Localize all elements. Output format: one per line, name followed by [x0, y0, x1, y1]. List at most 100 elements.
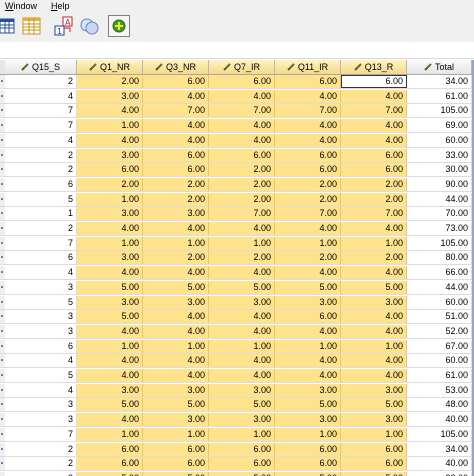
table-cell[interactable]: 4.00	[341, 369, 407, 382]
table-cell[interactable]: 1.00	[77, 192, 143, 206]
table-cell[interactable]: 105.00	[407, 427, 472, 441]
table-cell[interactable]: 3.00	[341, 383, 407, 397]
table-cell[interactable]: 4.00	[209, 133, 275, 147]
table-cell[interactable]: 3.00	[209, 413, 275, 427]
table-cell[interactable]: 6.00	[77, 163, 143, 177]
table-cell[interactable]: 6.00	[341, 442, 407, 456]
table-cell[interactable]: 7	[5, 119, 77, 133]
table-cell[interactable]: 5.00	[275, 398, 341, 412]
menu-help[interactable]: Help	[50, 0, 71, 13]
table-cell[interactable]: 3.00	[77, 89, 143, 103]
table-cell[interactable]: 1.00	[275, 236, 341, 250]
table-cell[interactable]: 5.00	[77, 280, 143, 294]
table-cell[interactable]: 4.00	[341, 119, 407, 133]
table-cell[interactable]: 3	[5, 324, 77, 338]
table-cell[interactable]: 4.00	[143, 133, 209, 147]
table-cell[interactable]: 7.00	[209, 104, 275, 118]
table-cell[interactable]: 4.00	[143, 222, 209, 235]
column-header-q3_nr[interactable]: Q3_NR	[143, 60, 209, 74]
table-cell[interactable]: 7	[5, 104, 77, 118]
table-cell[interactable]: 4.00	[143, 369, 209, 382]
table-cell[interactable]: 3.00	[275, 413, 341, 427]
table-cell[interactable]: 6.00	[143, 148, 209, 162]
table-cell[interactable]: 1.00	[143, 339, 209, 353]
table-cell[interactable]: 60.00	[407, 295, 472, 309]
table-cell[interactable]: 5.00	[77, 471, 143, 476]
table-cell[interactable]: 4.00	[209, 354, 275, 368]
table-cell[interactable]: 60.00	[407, 354, 472, 368]
table-cell[interactable]: 4.00	[209, 324, 275, 338]
table-cell[interactable]: 51.00	[407, 310, 472, 324]
table-cell[interactable]: 4.00	[341, 222, 407, 235]
table-cell[interactable]: 3.00	[77, 295, 143, 309]
column-header-q7_ir[interactable]: Q7_IR	[209, 60, 275, 74]
table-cell[interactable]: 4.00	[275, 133, 341, 147]
table-cell[interactable]: 1.00	[77, 427, 143, 441]
table-cell[interactable]: 4.00	[143, 89, 209, 103]
table-cell[interactable]: 4.00	[143, 119, 209, 133]
table-cell[interactable]: 44.00	[407, 280, 472, 294]
table-cell[interactable]: 2.00	[77, 177, 143, 191]
table-cell[interactable]: 4.00	[341, 310, 407, 324]
use-sets-icon[interactable]	[80, 16, 100, 36]
table-cell[interactable]: 4.00	[143, 324, 209, 338]
table-cell[interactable]: 4.00	[77, 369, 143, 382]
table-cell[interactable]: 7.00	[341, 104, 407, 118]
table-cell[interactable]: 3.00	[77, 148, 143, 162]
table-cell[interactable]: 3.00	[143, 295, 209, 309]
table-cell[interactable]: 6.00	[275, 442, 341, 456]
table-cell[interactable]: 2	[5, 442, 77, 456]
table-cell[interactable]: 48.00	[407, 398, 472, 412]
table-cell[interactable]: 7	[5, 427, 77, 441]
table-cell[interactable]: 3.00	[209, 295, 275, 309]
table-cell[interactable]: 1.00	[341, 427, 407, 441]
table-cell[interactable]: 2	[5, 222, 77, 235]
table-cell[interactable]: 2.00	[275, 251, 341, 265]
table-cell[interactable]: 6.00	[209, 442, 275, 456]
table-cell[interactable]: 4.00	[275, 266, 341, 280]
table-cell[interactable]: 5.00	[209, 471, 275, 476]
table-cell[interactable]: 5	[5, 192, 77, 206]
table-cell[interactable]: 1.00	[275, 339, 341, 353]
column-header-q11_ir[interactable]: Q11_IR	[275, 60, 341, 74]
table-cell[interactable]: 6	[5, 339, 77, 353]
table-cell[interactable]: 2.00	[209, 192, 275, 206]
table-cell[interactable]: 3.00	[77, 251, 143, 265]
table-cell[interactable]: 1.00	[143, 427, 209, 441]
table-cell[interactable]: 4.00	[275, 89, 341, 103]
table-cell[interactable]: 6	[5, 251, 77, 265]
table-cell[interactable]: 34.00	[407, 442, 472, 456]
table-cell[interactable]: 4.00	[77, 324, 143, 338]
table-cell[interactable]: 52.00	[407, 324, 472, 338]
table-cell[interactable]: 61.00	[407, 369, 472, 382]
table-cell[interactable]: 6.00	[341, 457, 407, 471]
column-header-total[interactable]: Total	[407, 60, 472, 74]
table-cell[interactable]: 5.00	[143, 471, 209, 476]
value-labels-icon[interactable]: A 1	[54, 16, 74, 36]
table-cell[interactable]: 6.00	[275, 163, 341, 177]
table-cell[interactable]: 69.00	[407, 119, 472, 133]
table-cell[interactable]: 4.00	[341, 133, 407, 147]
table-cell[interactable]: 2.00	[275, 177, 341, 191]
table-cell[interactable]: 4.00	[77, 413, 143, 427]
table-cell[interactable]: 4.00	[77, 354, 143, 368]
table-cell[interactable]: 4.00	[275, 369, 341, 382]
table-cell[interactable]: 44.00	[407, 192, 472, 206]
table-cell[interactable]: 6.00	[77, 457, 143, 471]
column-header-q1_nr[interactable]: Q1_NR	[77, 60, 143, 74]
table-cell[interactable]: 33.00	[407, 148, 472, 162]
table-cell[interactable]: 1.00	[209, 427, 275, 441]
table-cell[interactable]: 3	[5, 398, 77, 412]
table-cell[interactable]: 1.00	[209, 236, 275, 250]
table-cell[interactable]: 3	[5, 413, 77, 427]
table-cell[interactable]: 3.00	[209, 383, 275, 397]
table-cell[interactable]: 66.00	[407, 266, 472, 280]
table-cell[interactable]: 1.00	[143, 236, 209, 250]
table-cell[interactable]: 53.00	[407, 383, 472, 397]
table-cell[interactable]: 40.00	[407, 413, 472, 427]
table-cell[interactable]: 2	[5, 148, 77, 162]
table-cell[interactable]: 4	[5, 354, 77, 368]
table-cell[interactable]: 1.00	[275, 427, 341, 441]
table-cell[interactable]: 3.00	[341, 413, 407, 427]
table-cell[interactable]: 2.00	[341, 177, 407, 191]
